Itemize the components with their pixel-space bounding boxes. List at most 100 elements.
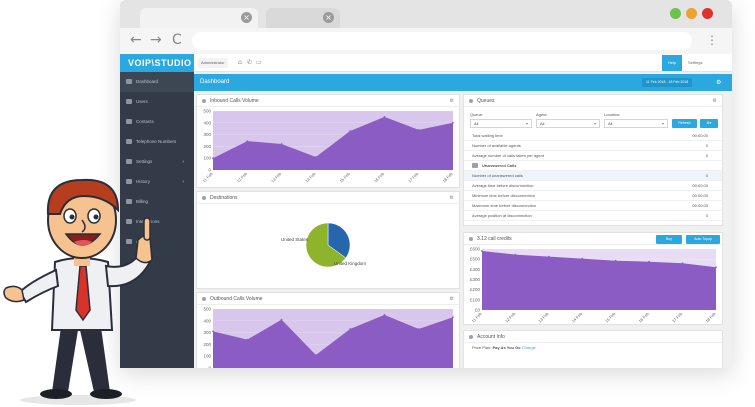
queue-stat-label: Average number of calls taken per agent (472, 153, 544, 158)
location-label: Location: (604, 112, 621, 117)
credits-title: 3.12 call credits (477, 236, 512, 242)
y-tick-label: 200 (203, 342, 211, 347)
mascot-right-shoe (90, 389, 122, 399)
help-button[interactable]: Help (662, 55, 682, 71)
sidebar-item[interactable]: Settings › (120, 152, 194, 172)
queue-stat-label: Unanswered Calls (482, 163, 517, 168)
sidebar-item[interactable]: Telephone Numbers (120, 132, 194, 152)
voipstudio-logo[interactable]: VOIP\STUDIO (120, 54, 194, 72)
queue-stat-label: Minimum time before disconnection (472, 193, 535, 198)
queue-stat-row: Average position at disconnection 0 (464, 211, 722, 221)
sidebar-item-label: Settings (136, 159, 153, 164)
panel-settings-icon[interactable]: ⚙ (713, 95, 717, 107)
change-plan-link[interactable]: Change (522, 345, 536, 350)
x-tick-label: 14 Feb (304, 171, 317, 184)
page-title: Dashboard (200, 79, 230, 85)
window-maximize-button[interactable] (670, 8, 681, 19)
sidebar-item-label: Contacts (136, 119, 154, 124)
queue-stat-value: 0 (705, 173, 708, 178)
forward-arrow-icon[interactable]: → (150, 32, 162, 48)
info-icon (469, 98, 473, 103)
sidebar-item[interactable]: Dashboard (120, 72, 194, 92)
queue-options-button[interactable]: ⚙▾ (700, 119, 718, 128)
location-select-value: All (608, 121, 613, 126)
price-plan-row: Price Plan: Pay As You Go Change (464, 343, 722, 353)
credit-icon (469, 236, 473, 241)
users-icon (126, 99, 132, 105)
tab-close-icon[interactable]: × (241, 12, 252, 23)
browser-window: × × ← → C ⋮ VOIP\STUDIO Dashboard Users Co… (120, 0, 732, 368)
panel-title: Destinations (210, 195, 238, 201)
queue-stat-value: 00:00:00 (692, 193, 708, 198)
destinations-pie-chart: United States United Kingdom (281, 222, 366, 268)
x-tick-label: 13 Feb (537, 311, 550, 324)
queue-stat-value: 00:00:00 (692, 133, 708, 138)
screen-icon[interactable]: ▭ (256, 58, 262, 68)
sidebar-item[interactable]: Contacts (120, 112, 194, 132)
location-select[interactable]: All ▾ (604, 119, 668, 128)
back-arrow-icon[interactable]: ← (130, 32, 142, 48)
sidebar-item[interactable]: Users (120, 92, 194, 112)
window-close-button[interactable] (702, 8, 713, 19)
date-range-picker[interactable]: 11 Feb 2018 - 18 Feb 2018 (642, 78, 693, 87)
settings-link[interactable]: Settings (688, 58, 702, 68)
panel-settings-icon[interactable]: ⚙ (450, 293, 454, 305)
y-tick-label: £600 (470, 247, 481, 252)
home-icon[interactable]: ⌂ (238, 58, 242, 68)
mascot-left-shoe (40, 389, 72, 399)
chevron-down-icon: ▾ (525, 121, 528, 126)
tab-close-icon[interactable]: × (323, 12, 334, 23)
x-tick-label: 15 Feb (339, 171, 352, 184)
y-tick-label: 300 (203, 330, 211, 335)
queue-stat-row: Average number of calls taken per agent 0 (464, 151, 722, 161)
queue-stat-row: Number of available agents 0 (464, 141, 722, 151)
phone-missed-icon (472, 163, 478, 169)
reload-icon[interactable]: C (172, 32, 182, 48)
outbound-calls-chart: 010020030040050011 Feb 12 Feb 13 Feb 14 Feb… (203, 307, 454, 368)
x-tick-label: 16 Feb (638, 311, 651, 324)
panel-settings-icon[interactable]: ⚙ (450, 192, 454, 204)
data-point (681, 262, 684, 265)
auto-topup-button[interactable]: Auto Topup (686, 235, 720, 244)
agent-label: Agent: (536, 112, 548, 117)
y-tick-label: 500 (203, 307, 211, 312)
panel-settings-icon[interactable]: ⚙ (450, 95, 454, 107)
agent-select[interactable]: All ▾ (536, 119, 600, 128)
x-tick-label: 16 Feb (373, 171, 386, 184)
queue-stat-label: Number of available agents (472, 143, 521, 148)
chevron-down-icon: ▾ (593, 121, 596, 126)
y-tick-label: 200 (203, 144, 211, 149)
buy-credit-button[interactable]: Buy (656, 235, 682, 244)
queue-stat-row: Total waiting time 00:00:00 (464, 131, 722, 141)
queue-stat-row: Average time before disconnection 00:00:0… (464, 181, 722, 191)
y-tick-label: 100 (203, 354, 211, 359)
data-point (417, 128, 420, 131)
chevron-right-icon: › (182, 159, 184, 165)
gear-icon (126, 159, 132, 165)
account-selector[interactable]: Administrator (198, 58, 228, 68)
contacts-icon (126, 119, 132, 125)
window-minimize-button[interactable] (686, 8, 697, 19)
browser-tab-inactive[interactable]: × (266, 8, 340, 28)
address-bar-input[interactable] (192, 32, 692, 50)
queue-select[interactable]: All ▾ (470, 119, 532, 128)
panel-title: Outbound Calls Volume (210, 296, 263, 302)
data-point (452, 121, 454, 124)
phone-icon[interactable]: ✆ (247, 58, 252, 68)
data-point (648, 260, 651, 263)
x-tick-label: 18 Feb (441, 171, 454, 184)
price-plan-label: Price Plan: (472, 345, 492, 350)
browser-menu-icon[interactable]: ⋮ (706, 32, 718, 48)
screenshot-stage: × × ← → C ⋮ VOIP\STUDIO Dashboard Users Co… (0, 0, 755, 407)
data-point (547, 255, 550, 258)
dashboard-settings-icon[interactable]: ⚙ (716, 74, 721, 91)
monitor-icon (126, 79, 132, 85)
refresh-button[interactable]: Refresh (672, 119, 697, 128)
data-point (212, 330, 214, 333)
queue-select-value: All (474, 121, 479, 126)
panel-header: Queues ⚙ (464, 95, 722, 107)
account-info-panel: Account Info Price Plan: Pay As You Go C… (463, 330, 723, 368)
browser-tab-active[interactable]: × (140, 8, 258, 28)
queue-label: Queue: (470, 112, 484, 117)
data-point (349, 130, 352, 132)
